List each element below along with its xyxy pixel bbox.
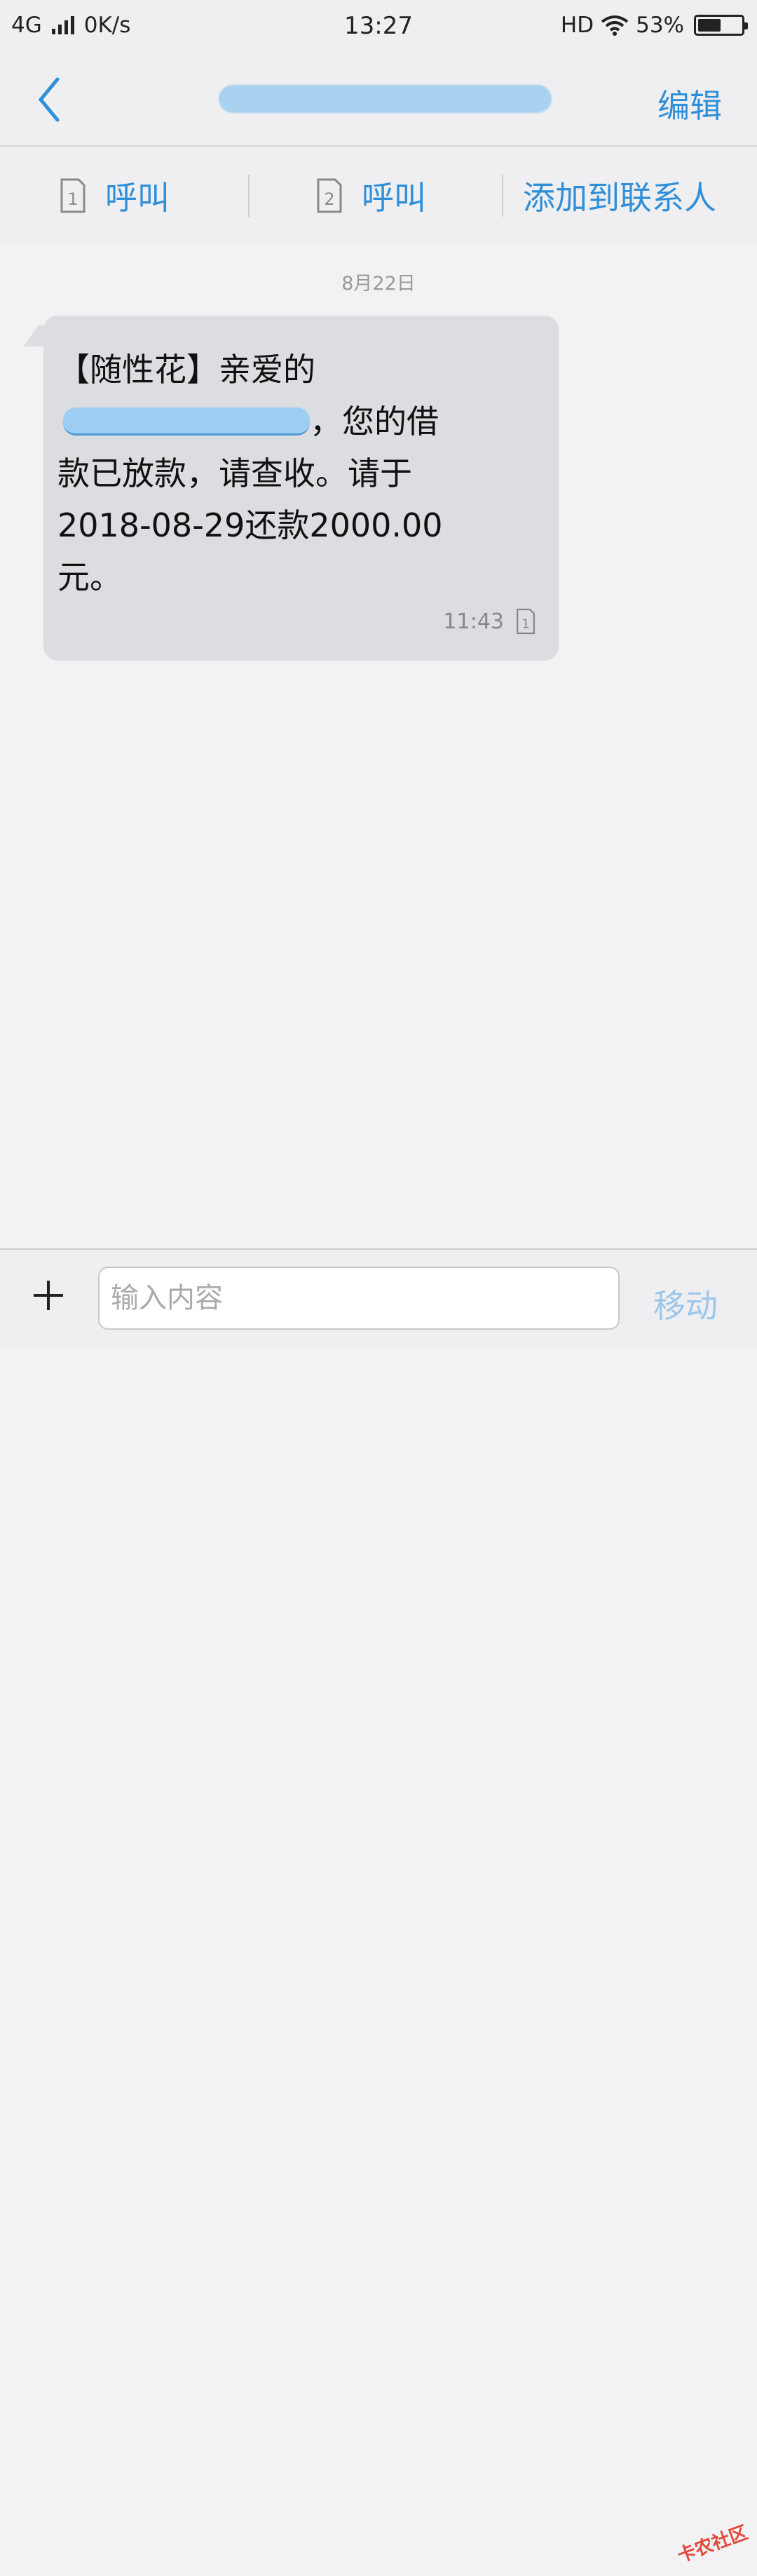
edit-button[interactable]: 编辑 — [657, 81, 722, 127]
battery-icon — [694, 15, 748, 36]
divider — [248, 175, 250, 217]
hd-badge: HD — [560, 13, 594, 38]
send-button[interactable]: 移动 — [653, 1281, 718, 1327]
compose-bar: 移动 卡农社区 — [0, 1248, 757, 2567]
call-label: 呼叫 — [362, 179, 426, 217]
status-bar: 4G 0K/s 13:27 HD 53% — [0, 0, 757, 53]
call-sim2-button[interactable]: 2 呼叫 — [315, 175, 426, 217]
call-sim1-button[interactable]: 1 呼叫 — [59, 175, 170, 217]
nav-bar: 编辑 — [0, 53, 757, 147]
conversation-area[interactable]: 8月22日 【随性花】亲爱的 ，您的借 款已放款，请查收。请于 2018-08-… — [0, 243, 757, 1248]
add-contact-label: 添加到联系人 — [523, 179, 716, 217]
message-line: 元。 — [57, 558, 122, 596]
message-text: 【随性花】亲爱的 ，您的借 款已放款，请查收。请于 2018-08-29还款20… — [57, 344, 541, 603]
redacted-link[interactable] — [63, 407, 310, 436]
call-label: 呼叫 — [105, 179, 170, 217]
sim-card-icon: 1 — [60, 178, 86, 213]
message-bubble[interactable]: 【随性花】亲爱的 ，您的借 款已放款，请查收。请于 2018-08-29还款20… — [43, 316, 559, 661]
sim-card-icon: 2 — [317, 178, 342, 213]
chevron-left-icon — [38, 77, 60, 122]
redacted-phone-number — [219, 85, 552, 113]
divider — [502, 175, 503, 217]
svg-text:1: 1 — [521, 618, 529, 632]
svg-text:2: 2 — [324, 189, 334, 209]
message-line: 【随性花】亲爱的 — [57, 351, 315, 389]
message-time: 11:43 — [443, 609, 504, 634]
message-line: 款已放款，请查收。请于 — [57, 454, 412, 492]
message-line: ，您的借 — [57, 396, 541, 447]
watermark: 卡农社区 — [674, 2522, 751, 2568]
message-meta: 11:43 1 — [444, 607, 536, 635]
back-button[interactable] — [35, 75, 77, 131]
add-attachment-button[interactable] — [31, 1278, 66, 1313]
action-bar: 1 呼叫 2 呼叫 添加到联系人 — [0, 147, 757, 243]
wifi-icon — [601, 15, 629, 36]
battery-percent: 53% — [636, 13, 684, 38]
add-to-contacts-button[interactable]: 添加到联系人 — [523, 175, 716, 217]
sim-card-icon: 1 — [517, 608, 535, 635]
message-input[interactable] — [98, 1267, 620, 1330]
svg-text:1: 1 — [67, 189, 78, 209]
date-separator: 8月22日 — [341, 273, 416, 295]
message-line: 2018-08-29还款2000.00 — [57, 506, 443, 544]
